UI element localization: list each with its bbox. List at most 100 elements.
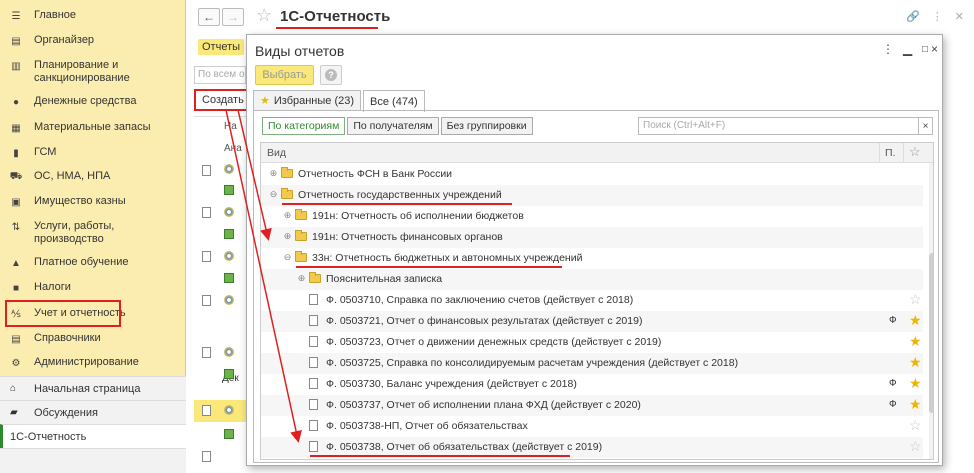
tab-all[interactable]: Все (474) (363, 90, 425, 112)
close-icon[interactable]: × (931, 42, 938, 56)
favorite-star-icon[interactable]: ★ (909, 354, 922, 370)
link-icon[interactable]: 🔗 (906, 10, 920, 23)
favorite-star-icon[interactable]: ☆ (909, 291, 922, 307)
organizer-icon: ▤ (11, 35, 21, 47)
document-icon (309, 420, 318, 431)
column-header-favorite-star-icon[interactable]: ☆ (909, 144, 921, 160)
forward-button[interactable]: → (222, 8, 244, 26)
tree-report-row[interactable]: Ф. 0503737, Отчет об исполнении плана ФХ… (261, 395, 923, 416)
tree-folder-row[interactable]: ⊖ 33н: Отчетность бюджетных и автономных … (261, 248, 923, 269)
tree-report-row[interactable]: Ф. 0503721, Отчет о финансовых результат… (261, 311, 923, 332)
favorite-star-icon[interactable]: ★ (909, 333, 922, 349)
background-search-input[interactable]: По всем о (194, 66, 246, 84)
document-icon (202, 207, 211, 218)
back-button[interactable]: ← (198, 8, 220, 26)
tree-row-label: Отчетность ФСН в Банк России (298, 168, 453, 180)
sidebar-item-money[interactable]: ● Денежные средства (0, 95, 186, 108)
close-icon[interactable]: ✕ (955, 10, 964, 23)
tree-folder-row[interactable]: ⊖ Отчетность государственных учреждений (261, 185, 923, 206)
tree-folder-row[interactable]: ⊕ 191н: Отчетность об исполнении бюджетов (261, 206, 923, 227)
expand-icon[interactable]: ⊕ (283, 232, 292, 241)
tree-report-row[interactable]: Ф. 0503738-НП, Отчет об обязательствах ☆ (261, 416, 923, 437)
row-flag: Ф (889, 378, 897, 389)
document-icon (309, 294, 318, 305)
tree-row-label: Ф. 0503723, Отчет о движении денежных ср… (326, 336, 662, 348)
window-controls: 🔗 ⋮ ✕ (906, 10, 964, 23)
sidebar-item-planning[interactable]: ▥ Планирование и санкционирование (0, 59, 186, 85)
report-types-dialog: Виды отчетов ⋮ ▁ □ × Выбрать ? ★ Избранны… (246, 34, 943, 466)
sidebar-item-inventory[interactable]: ▦ Материальные запасы (0, 121, 186, 134)
favorite-star-icon[interactable]: ★ (909, 312, 922, 328)
document-icon (202, 295, 211, 306)
group-by-recipient-button[interactable]: По получателям (347, 117, 439, 135)
sidebar-item-education[interactable]: ▲ Платное обучение (0, 256, 186, 269)
collapse-icon[interactable]: ⊖ (283, 253, 292, 262)
top-bar: ← → ☆ 1С-Отчетность 🔗 ⋮ ✕ (186, 0, 974, 34)
tree-row-label: Ф. 0503725, Справка по консолидируемым р… (326, 357, 739, 369)
tab-favorites[interactable]: ★ Избранные (23) (253, 90, 362, 110)
sidebar-item-assets[interactable]: ⛟ ОС, НМА, НПА (0, 170, 186, 183)
tree-report-row[interactable]: Ф. 0503710, Справка по заключению счетов… (261, 290, 923, 311)
maximize-icon[interactable]: □ (922, 44, 928, 55)
sidebar-item-treasury[interactable]: ▣ Имущество казны (0, 195, 186, 208)
favorite-star-icon[interactable]: ☆ (909, 438, 922, 454)
sidebar-item-main[interactable]: ☰ Главное (0, 9, 186, 22)
help-button[interactable]: ? (320, 65, 342, 85)
sidebar-item-fuel[interactable]: ▮ ГСМ (0, 146, 186, 159)
report-types-tree: Вид П. ☆ ⊕ Отчетность ФСН в Банк России ⊖ О… (260, 142, 934, 460)
tree-report-row[interactable]: Ф. 0503725, Справка по консолидируемым р… (261, 353, 923, 374)
tree-folder-row[interactable]: ⊕ Пояснительная записка (261, 269, 923, 290)
document-icon (202, 405, 211, 416)
document-icon (202, 451, 211, 462)
inventory-icon: ▦ (11, 122, 21, 134)
expand-icon[interactable]: ⊕ (269, 169, 278, 178)
more-icon[interactable]: ⋮ (882, 42, 894, 56)
tree-report-row[interactable]: Ф. 0503723, Отчет о движении денежных ср… (261, 332, 923, 353)
tree-folder-row[interactable]: ⊕ 191н: Отчетность финансовых органов (261, 227, 923, 248)
sidebar-discussions[interactable]: ▰ Обсуждения (0, 400, 186, 424)
tab-panel: По категориям По получателям Без группир… (253, 110, 939, 463)
no-grouping-button[interactable]: Без группировки (440, 117, 533, 135)
more-icon[interactable]: ⋮ (932, 10, 943, 23)
folder-icon (281, 188, 293, 199)
minimize-icon[interactable]: ▁ (903, 42, 912, 56)
sidebar-item-services[interactable]: ⇅ Услуги, работы, производство (0, 220, 186, 246)
dialog-title: Виды отчетов (255, 43, 345, 59)
status-icon (224, 273, 234, 283)
sidebar-home[interactable]: ⌂ Начальная страница (0, 376, 186, 400)
tree-report-row[interactable]: Ф. 0503738, Отчет об обязательствах (дей… (261, 437, 923, 458)
expand-icon[interactable]: ⊕ (297, 274, 306, 283)
scrollbar-thumb[interactable] (929, 253, 933, 413)
sidebar-item-organizer[interactable]: ▤ Органайзер (0, 34, 186, 47)
tree-row-label: Пояснительная записка (326, 273, 443, 285)
expand-icon[interactable]: ⊕ (283, 211, 292, 220)
sidebar-item-catalogs[interactable]: ▤ Справочники (0, 332, 186, 345)
sidebar-item-taxes[interactable]: ■ Налоги (0, 281, 186, 294)
sidebar-item-admin[interactable]: ⚙ Администрирование (0, 356, 186, 369)
favorite-star-icon[interactable]: ☆ (909, 417, 922, 433)
admin-icon: ⚙ (11, 357, 21, 369)
favorite-star-icon[interactable]: ★ (909, 375, 922, 391)
services-icon: ⇅ (11, 221, 21, 233)
favorite-star-icon[interactable]: ★ (909, 396, 922, 412)
favorite-star-icon[interactable]: ☆ (256, 5, 272, 26)
column-header: Ана (224, 143, 242, 154)
create-button[interactable]: Создать (194, 89, 252, 111)
tree-folder-row[interactable]: ⊕ Отчетность ФСН в Банк России (261, 164, 923, 185)
choose-button[interactable]: Выбрать (255, 65, 314, 85)
column-header-p[interactable]: П. (885, 147, 895, 159)
report-icon (224, 405, 234, 415)
collapse-icon[interactable]: ⊖ (269, 190, 278, 199)
search-input[interactable]: Поиск (Ctrl+Alt+F) (638, 117, 919, 135)
document-icon (202, 251, 211, 262)
column-header-type[interactable]: Вид (267, 147, 286, 159)
tab-reports[interactable]: Отчеты (198, 39, 245, 55)
clear-search-button[interactable]: × (919, 117, 933, 135)
tree-header: Вид П. ☆ (261, 143, 933, 163)
vertical-scrollbar[interactable] (929, 163, 933, 459)
tree-row-label: 191н: Отчетность финансовых органов (312, 231, 503, 243)
tree-report-row[interactable]: Ф. 0503730, Баланс учреждения (действует… (261, 374, 923, 395)
group-by-category-button[interactable]: По категориям (262, 117, 346, 135)
sidebar-open-tab[interactable]: 1С-Отчетность (0, 424, 186, 448)
highlight-underline (282, 203, 512, 205)
